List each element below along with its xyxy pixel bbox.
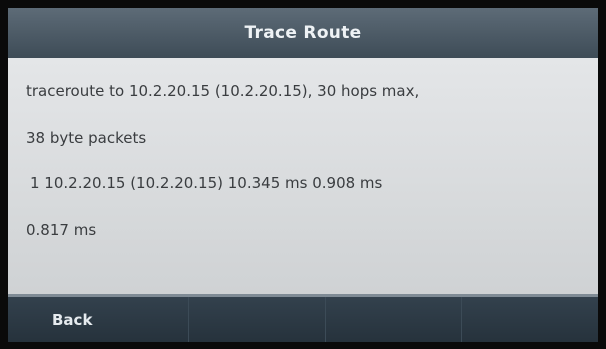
softkey-3[interactable] — [326, 297, 463, 342]
softkey-4[interactable] — [462, 297, 598, 342]
output-line: 0.817 ms — [26, 221, 97, 239]
output-line: traceroute to 10.2.20.15 (10.2.20.15), 3… — [26, 82, 420, 100]
output-line: 38 byte packets — [26, 129, 147, 147]
output-line: 1 10.2.20.15 (10.2.20.15) 10.345 ms 0.90… — [30, 174, 383, 192]
page-title: Trace Route — [244, 23, 362, 43]
softkey-2[interactable] — [189, 297, 326, 342]
back-softkey[interactable]: Back — [8, 297, 189, 342]
softkey-bar: Back — [8, 297, 598, 342]
phone-screen: Trace Route traceroute to 10.2.20.15 (10… — [8, 8, 598, 342]
traceroute-output: traceroute to 10.2.20.15 (10.2.20.15), 3… — [8, 58, 598, 294]
title-bar: Trace Route — [8, 8, 598, 58]
